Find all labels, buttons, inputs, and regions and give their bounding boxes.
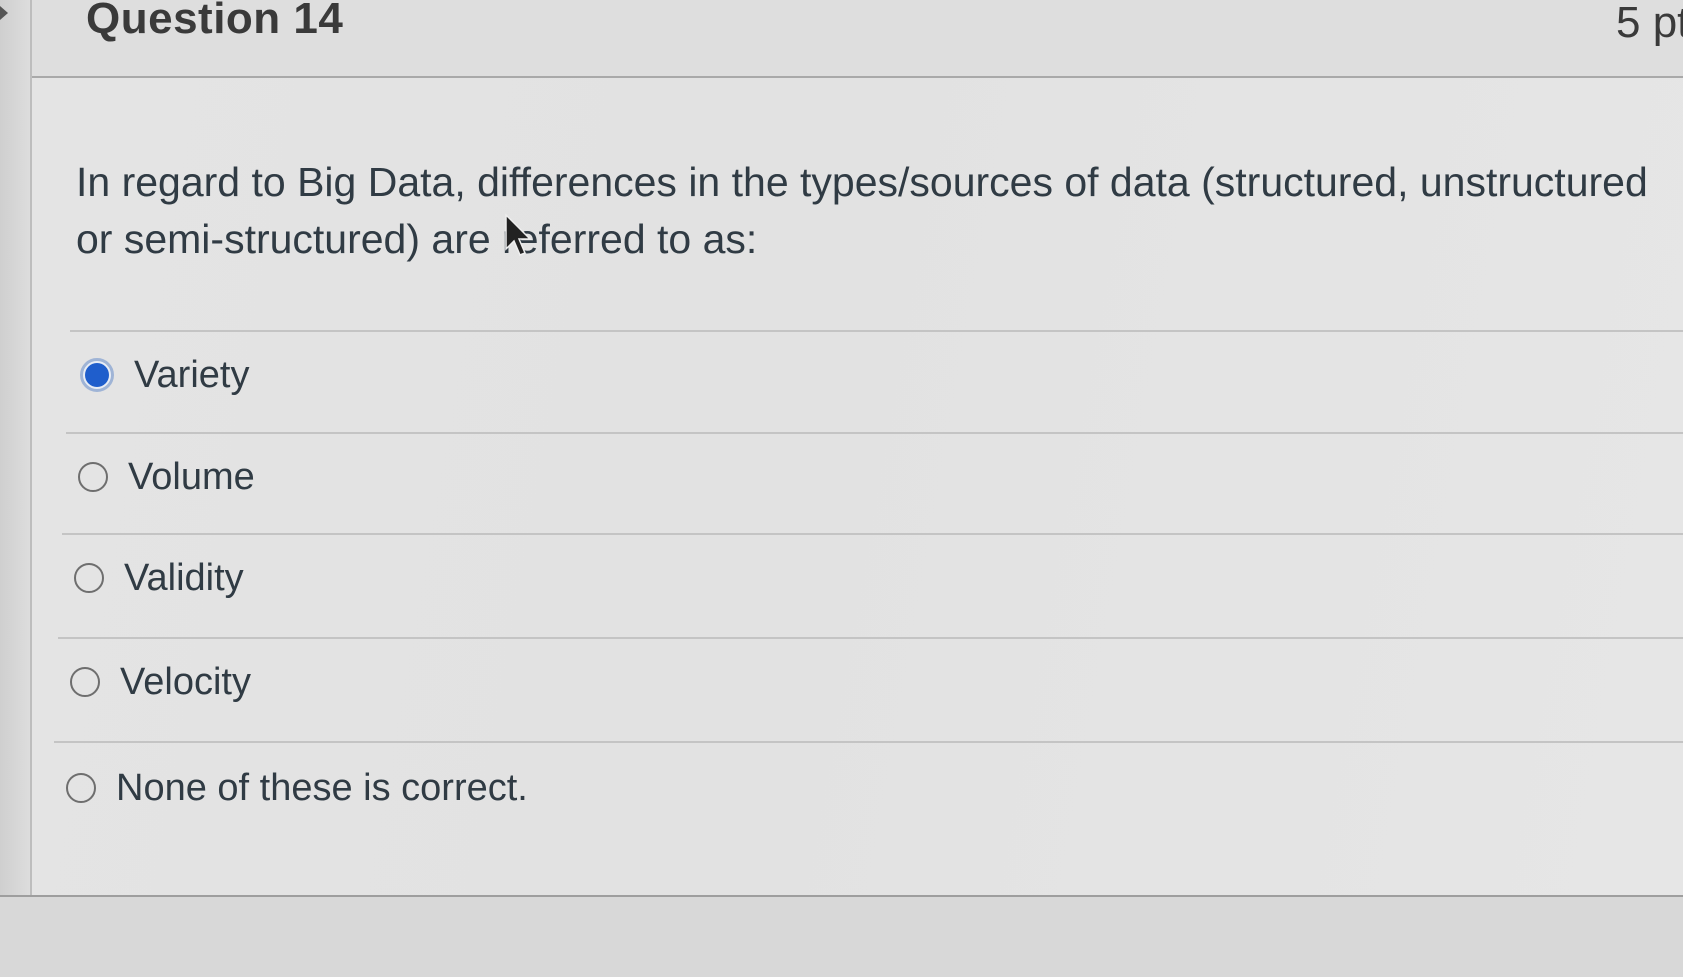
question-title: Question 14 [86, 0, 344, 43]
radio-button-selected[interactable] [80, 358, 114, 392]
radio-button[interactable] [70, 667, 100, 697]
answers-top-divider [70, 330, 1683, 332]
answer-option-velocity[interactable]: Velocity [70, 652, 251, 712]
answer-divider [54, 741, 1683, 743]
question-text: In regard to Big Data, differences in th… [76, 159, 1648, 262]
answer-option-none[interactable]: None of these is correct. [66, 758, 528, 818]
radio-dot-icon [85, 363, 109, 387]
answer-option-validity[interactable]: Validity [74, 548, 244, 608]
answer-option-variety[interactable]: Variety [80, 345, 249, 405]
answer-label: Variety [134, 353, 250, 396]
answer-option-volume[interactable]: Volume [78, 447, 255, 507]
expand-arrow-icon[interactable] [0, 6, 8, 20]
radio-button[interactable] [74, 563, 104, 593]
radio-button[interactable] [78, 462, 108, 492]
question-points: 5 pt [1616, 0, 1683, 47]
question-header: Question 14 5 pt [32, 0, 1683, 78]
answer-label: Velocity [120, 660, 251, 703]
answer-label: Volume [128, 455, 255, 498]
page-footer-area [0, 897, 1683, 977]
answer-label: None of these is correct. [116, 766, 528, 809]
answer-divider [62, 533, 1683, 535]
mouse-cursor-icon [505, 213, 532, 256]
answer-divider [66, 432, 1683, 434]
answer-divider [58, 637, 1683, 639]
answer-label: Validity [124, 556, 244, 599]
quiz-screen: Question 14 5 pt In regard to Big Data, … [0, 0, 1683, 977]
left-panel-edge [0, 0, 32, 895]
radio-button[interactable] [66, 773, 96, 803]
